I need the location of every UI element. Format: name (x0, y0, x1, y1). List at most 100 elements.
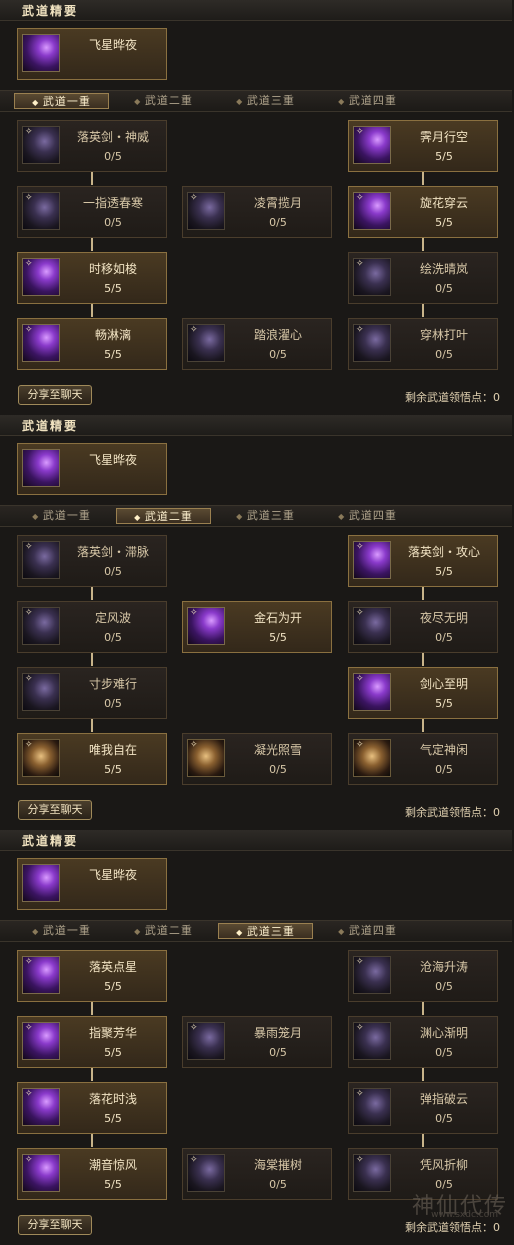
tree-connector (422, 1002, 424, 1015)
skill-type-mark-icon: ✧ (356, 1155, 364, 1165)
skill-card[interactable]: ✧ 时移如梭 5/5 (17, 252, 167, 304)
share-to-chat-button[interactable]: 分享至聊天 (18, 1215, 92, 1235)
share-to-chat-button[interactable]: 分享至聊天 (18, 800, 92, 820)
skill-type-mark-icon: ✧ (356, 957, 364, 967)
skill-card[interactable]: ✧ 指聚芳华 5/5 (17, 1016, 167, 1068)
tab-tier-3[interactable]: 武道三重 (218, 508, 313, 524)
skill-level: 0/5 (435, 763, 453, 776)
skill-card[interactable]: ✧ 落英剑・滞脉 0/5 (17, 535, 167, 587)
skill-level: 5/5 (104, 980, 122, 993)
skill-icon: ✧ (353, 258, 391, 296)
skill-card[interactable]: ✧ 夜尽无明 0/5 (348, 601, 498, 653)
skill-level: 0/5 (269, 1046, 287, 1059)
tab-tier-4[interactable]: 武道四重 (320, 923, 415, 939)
skill-icon: ✧ (187, 1154, 225, 1192)
skill-icon: ✧ (353, 956, 391, 994)
skill-card[interactable]: ✧ 暴雨笼月 0/5 (182, 1016, 332, 1068)
skill-name: 畅淋漓 (94, 328, 131, 342)
skill-card[interactable]: ✧ 凌霄揽月 0/5 (182, 186, 332, 238)
skill-level: 0/5 (435, 1112, 453, 1125)
tab-tier-1[interactable]: 武道一重 (14, 923, 109, 939)
skill-card[interactable]: ✧ 穿林打叶 0/5 (348, 318, 498, 370)
skill-level: 5/5 (269, 631, 287, 644)
skill-card[interactable]: ✧ 旋花穿云 5/5 (348, 186, 498, 238)
featured-skill-card[interactable]: 飞星晔夜 (17, 28, 167, 80)
skill-name: 飞星晔夜 (88, 453, 137, 467)
skill-type-mark-icon: ✧ (190, 608, 198, 618)
skill-card[interactable]: ✧ 霁月行空 5/5 (348, 120, 498, 172)
skill-type-mark-icon: ✧ (190, 193, 198, 203)
skill-icon: ✧ (353, 324, 391, 362)
skill-card[interactable]: ✧ 剑心至明 5/5 (348, 667, 498, 719)
skill-level: 0/5 (104, 565, 122, 578)
skill-card[interactable]: ✧ 金石为开 5/5 (182, 601, 332, 653)
skill-level: 5/5 (104, 348, 122, 361)
watermark-url: www.sxdc.com (431, 1210, 498, 1220)
tab-tier-3[interactable]: 武道三重 (218, 93, 313, 109)
skill-card[interactable]: ✧ 落英剑・攻心 5/5 (348, 535, 498, 587)
tab-tier-3[interactable]: 武道三重 (218, 923, 313, 939)
skill-icon: ✧ (22, 126, 60, 164)
skill-level: 5/5 (435, 697, 453, 710)
skill-card[interactable]: ✧ 弹指破云 0/5 (348, 1082, 498, 1134)
skill-card[interactable]: ✧ 寸步难行 0/5 (17, 667, 167, 719)
skill-card[interactable]: ✧ 渊心渐明 0/5 (348, 1016, 498, 1068)
skill-card[interactable]: ✧ 气定神闲 0/5 (348, 733, 498, 785)
tab-tier-2[interactable]: 武道二重 (116, 93, 211, 109)
skill-level: 5/5 (104, 763, 122, 776)
skill-card[interactable]: ✧ 凝光照雪 0/5 (182, 733, 332, 785)
tab-tier-2[interactable]: 武道二重 (116, 508, 211, 524)
skill-card[interactable]: ✧ 海棠摧树 0/5 (182, 1148, 332, 1200)
tree-connector (422, 172, 424, 185)
tab-tier-4[interactable]: 武道四重 (320, 508, 415, 524)
tab-tier-2[interactable]: 武道二重 (116, 923, 211, 939)
skill-card[interactable]: ✧ 沧海升涛 0/5 (348, 950, 498, 1002)
tab-tier-1[interactable]: 武道一重 (14, 508, 109, 524)
skill-level: 0/5 (104, 631, 122, 644)
skill-card[interactable]: ✧ 唯我自在 5/5 (17, 733, 167, 785)
featured-skill-card[interactable]: 飞星晔夜 (17, 858, 167, 910)
skill-card[interactable]: ✧ 潮音惊风 5/5 (17, 1148, 167, 1200)
tree-connector (91, 304, 93, 317)
skill-icon: ✧ (22, 324, 60, 362)
skill-icon (22, 34, 60, 72)
share-to-chat-button[interactable]: 分享至聊天 (18, 385, 92, 405)
skill-card[interactable]: ✧ 定风波 0/5 (17, 601, 167, 653)
skill-icon: ✧ (22, 192, 60, 230)
skill-icon: ✧ (353, 541, 391, 579)
skill-card[interactable]: ✧ 畅淋漓 5/5 (17, 318, 167, 370)
skill-name: 气定神闲 (419, 743, 468, 757)
skill-card[interactable]: ✧ 绘洗晴岚 0/5 (348, 252, 498, 304)
skill-card[interactable]: ✧ 一指透春寒 0/5 (17, 186, 167, 238)
skill-card[interactable]: ✧ 落花时浅 5/5 (17, 1082, 167, 1134)
skill-level: 5/5 (435, 216, 453, 229)
skill-icon: ✧ (187, 324, 225, 362)
tab-tier-4[interactable]: 武道四重 (320, 93, 415, 109)
skill-name: 绘洗晴岚 (419, 262, 468, 276)
skill-level: 0/5 (435, 348, 453, 361)
skill-type-mark-icon: ✧ (25, 259, 33, 269)
featured-skill-card[interactable]: 飞星晔夜 (17, 443, 167, 495)
skill-name: 渊心渐明 (419, 1026, 468, 1040)
skill-name: 金石为开 (253, 611, 302, 625)
tree-connector (91, 719, 93, 732)
section-header: 武道精要 (0, 415, 512, 436)
tier-tabs: 武道一重武道二重武道三重武道四重 (0, 505, 512, 527)
skill-card[interactable]: ✧ 落英剑・神威 0/5 (17, 120, 167, 172)
skill-card[interactable]: ✧ 落英点星 5/5 (17, 950, 167, 1002)
skill-icon: ✧ (22, 1154, 60, 1192)
skill-name: 落英点星 (88, 960, 137, 974)
skill-name: 唯我自在 (88, 743, 137, 757)
skill-name: 穿林打叶 (419, 328, 468, 342)
skill-name: 定风波 (94, 611, 131, 625)
skill-name: 潮音惊风 (88, 1158, 137, 1172)
skill-icon: ✧ (353, 126, 391, 164)
skill-card[interactable]: ✧ 踏浪濯心 0/5 (182, 318, 332, 370)
skill-icon: ✧ (22, 673, 60, 711)
skill-level: 0/5 (269, 216, 287, 229)
tab-tier-1[interactable]: 武道一重 (14, 93, 109, 109)
skill-type-mark-icon: ✧ (25, 1023, 33, 1033)
skill-icon: ✧ (353, 192, 391, 230)
tree-connector (422, 1068, 424, 1081)
skill-type-mark-icon: ✧ (25, 740, 33, 750)
